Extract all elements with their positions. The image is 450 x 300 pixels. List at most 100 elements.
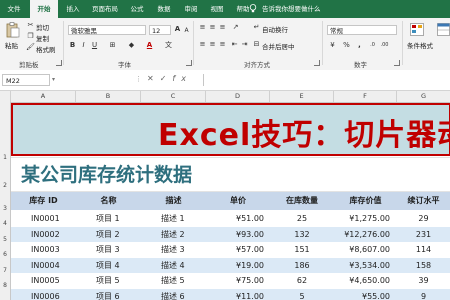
cell-inventory-value[interactable]: ¥8,607.00 (334, 242, 390, 258)
header-description[interactable]: 描述 (141, 192, 206, 210)
header-inventory-id[interactable]: 库存 ID (11, 192, 76, 210)
cell-reorder-level[interactable]: 39 (397, 273, 450, 289)
tab-insert[interactable]: 插入 (60, 0, 86, 18)
decrease-decimal-icon[interactable]: .00 (380, 41, 389, 50)
cell-id[interactable]: IN0006 (31, 289, 60, 300)
enter-icon[interactable]: ✓ (160, 74, 173, 83)
row-header-7[interactable]: 7 (0, 267, 10, 274)
name-box[interactable]: M22 (2, 74, 50, 86)
cell-description[interactable]: 描述 1 (161, 211, 185, 227)
bold-icon[interactable]: B (68, 41, 77, 50)
cell-name[interactable]: 项目 5 (96, 273, 120, 289)
format-painter-button[interactable]: 格式刷 (36, 44, 56, 54)
number-format-select[interactable]: 常规 (327, 25, 397, 35)
fill-color-icon[interactable]: ◆ (127, 41, 136, 50)
row-header-6[interactable]: 6 (0, 251, 10, 258)
column-header-d[interactable]: D (206, 91, 270, 102)
orientation-icon[interactable]: ↗ (231, 23, 240, 32)
cell-quantity[interactable]: 5 (270, 289, 334, 300)
font-size-select[interactable]: 12 (149, 25, 171, 35)
insert-function-icon[interactable]: fx (172, 74, 192, 83)
row-header-1[interactable]: 1 (0, 154, 10, 161)
column-header-c[interactable]: C (141, 91, 206, 102)
clipboard-launcher-icon[interactable] (56, 60, 62, 66)
cell-reorder-level[interactable]: 231 (397, 227, 450, 243)
cell-inventory-value[interactable]: ¥4,650.00 (334, 273, 390, 289)
cell-id[interactable]: IN0001 (31, 211, 60, 227)
cell-quantity[interactable]: 151 (270, 242, 334, 258)
paste-button[interactable]: 粘贴 (5, 40, 18, 50)
format-as-table-icon[interactable] (437, 23, 450, 36)
formula-input[interactable] (203, 74, 450, 86)
wrap-text-button[interactable]: 自动换行 (262, 24, 288, 34)
column-header-e[interactable]: E (270, 91, 334, 102)
conditional-formatting-icon[interactable] (410, 23, 424, 36)
underline-icon[interactable]: U (90, 41, 99, 50)
tab-view[interactable]: 视图 (205, 0, 229, 18)
align-middle-icon[interactable]: ≡ (208, 23, 217, 32)
cell-id[interactable]: IN0002 (31, 227, 60, 243)
column-header-a[interactable]: A (11, 91, 76, 102)
cell-reorder-level[interactable]: 29 (397, 211, 450, 227)
cell-unit-price[interactable]: ¥19.00 (206, 258, 264, 274)
conditional-formatting-button[interactable]: 条件格式 (407, 40, 433, 50)
row-header-5[interactable]: 5 (0, 236, 10, 243)
cell-description[interactable]: 描述 4 (161, 258, 185, 274)
row-header-2[interactable]: 2 (0, 182, 10, 189)
cell-id[interactable]: IN0004 (31, 258, 60, 274)
align-left-icon[interactable]: ≡ (198, 40, 207, 49)
row-header-8[interactable]: 8 (0, 282, 10, 289)
italic-icon[interactable]: I (79, 41, 88, 50)
tab-page-layout[interactable]: 页面布局 (87, 0, 123, 18)
cell-name[interactable]: 项目 2 (96, 227, 120, 243)
tab-file[interactable]: 文件 (0, 0, 28, 18)
cell-unit-price[interactable]: ¥51.00 (206, 211, 264, 227)
header-quantity[interactable]: 在库数量 (270, 192, 334, 210)
percent-icon[interactable]: % (342, 41, 351, 50)
font-color-icon[interactable]: A (145, 41, 154, 50)
cut-button[interactable]: 剪切 (36, 22, 49, 32)
tell-me-search[interactable]: 告诉我你想要做什么 (262, 0, 321, 18)
header-unit-price[interactable]: 单价 (206, 192, 270, 210)
align-center-icon[interactable]: ≡ (208, 40, 217, 49)
cell-description[interactable]: 描述 5 (161, 273, 185, 289)
column-header-g[interactable]: G (397, 91, 450, 102)
cell-name[interactable]: 项目 3 (96, 242, 120, 258)
cell-unit-price[interactable]: ¥75.00 (206, 273, 264, 289)
cell-quantity[interactable]: 132 (270, 227, 334, 243)
header-reorder-level[interactable]: 续订水平 (397, 192, 450, 210)
cell-description[interactable]: 描述 6 (161, 289, 185, 300)
cell-reorder-level[interactable]: 9 (397, 289, 450, 300)
row-header-4[interactable]: 4 (0, 220, 10, 227)
name-box-dropdown-icon[interactable]: ▾ (52, 76, 55, 83)
shrink-font-icon[interactable]: A (182, 26, 191, 35)
phonetic-icon[interactable]: 文 (164, 41, 173, 50)
column-header-b[interactable]: B (76, 91, 141, 102)
decrease-indent-icon[interactable]: ⇤ (230, 40, 239, 49)
align-bottom-icon[interactable]: ≡ (218, 23, 227, 32)
cell-unit-price[interactable]: ¥11.00 (206, 289, 264, 300)
cell-quantity[interactable]: 186 (270, 258, 334, 274)
align-right-icon[interactable]: ≡ (218, 40, 227, 49)
font-name-select[interactable]: 微软雅黑 (68, 25, 146, 35)
cell-unit-price[interactable]: ¥93.00 (206, 227, 264, 243)
currency-icon[interactable]: ¥ (328, 41, 337, 50)
sheet-subtitle[interactable]: 某公司库存统计数据 (21, 160, 192, 187)
cell-id[interactable]: IN0005 (31, 273, 60, 289)
comma-style-icon[interactable]: , (355, 41, 364, 50)
cell-inventory-value[interactable]: ¥12,276.00 (334, 227, 390, 243)
cell-reorder-level[interactable]: 158 (397, 258, 450, 274)
font-launcher-icon[interactable] (186, 60, 192, 66)
cell-quantity[interactable]: 25 (270, 211, 334, 227)
cell-inventory-value[interactable]: ¥1,275.00 (334, 211, 390, 227)
grow-font-icon[interactable]: A (173, 25, 182, 34)
title-banner-cell[interactable]: Excel技巧：切片器动 (11, 103, 450, 156)
tab-home[interactable]: 开始 (30, 0, 58, 18)
cell-name[interactable]: 项目 4 (96, 258, 120, 274)
select-all-corner[interactable] (0, 91, 11, 102)
cell-name[interactable]: 项目 6 (96, 289, 120, 300)
header-name[interactable]: 名称 (76, 192, 141, 210)
paste-icon[interactable] (6, 22, 20, 38)
tab-data[interactable]: 数据 (151, 0, 177, 18)
alignment-launcher-icon[interactable] (314, 60, 320, 66)
